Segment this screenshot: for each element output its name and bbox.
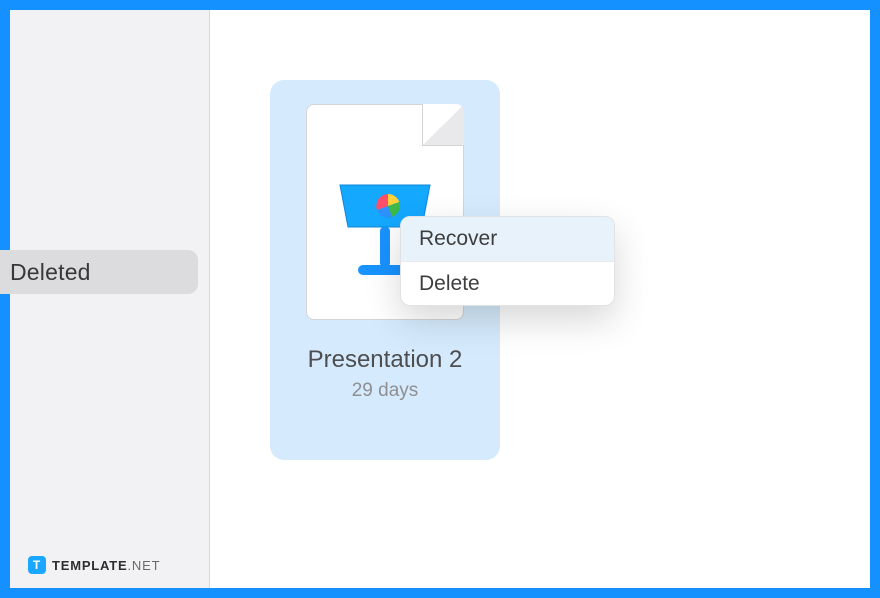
menu-item-recover[interactable]: Recover xyxy=(401,217,614,261)
sidebar: Deleted xyxy=(10,10,210,588)
menu-item-delete[interactable]: Delete xyxy=(401,261,614,305)
watermark-text-light: .NET xyxy=(128,558,161,573)
menu-item-label: Recover xyxy=(419,227,497,251)
file-name: Presentation 2 xyxy=(308,346,463,374)
watermark-logo-icon: T xyxy=(28,556,46,574)
watermark-text-bold: TEMPLATE xyxy=(52,558,128,573)
sidebar-item-label: Deleted xyxy=(10,259,91,286)
sidebar-item-recently-deleted[interactable]: Deleted xyxy=(0,250,198,294)
menu-item-label: Delete xyxy=(419,272,480,296)
watermark: T TEMPLATE.NET xyxy=(28,556,160,574)
file-time-remaining: 29 days xyxy=(352,380,419,402)
context-menu: Recover Delete xyxy=(400,216,615,306)
page-fold-icon xyxy=(422,104,464,146)
main-area: Presentation 2 29 days Recover Delete xyxy=(210,10,870,588)
